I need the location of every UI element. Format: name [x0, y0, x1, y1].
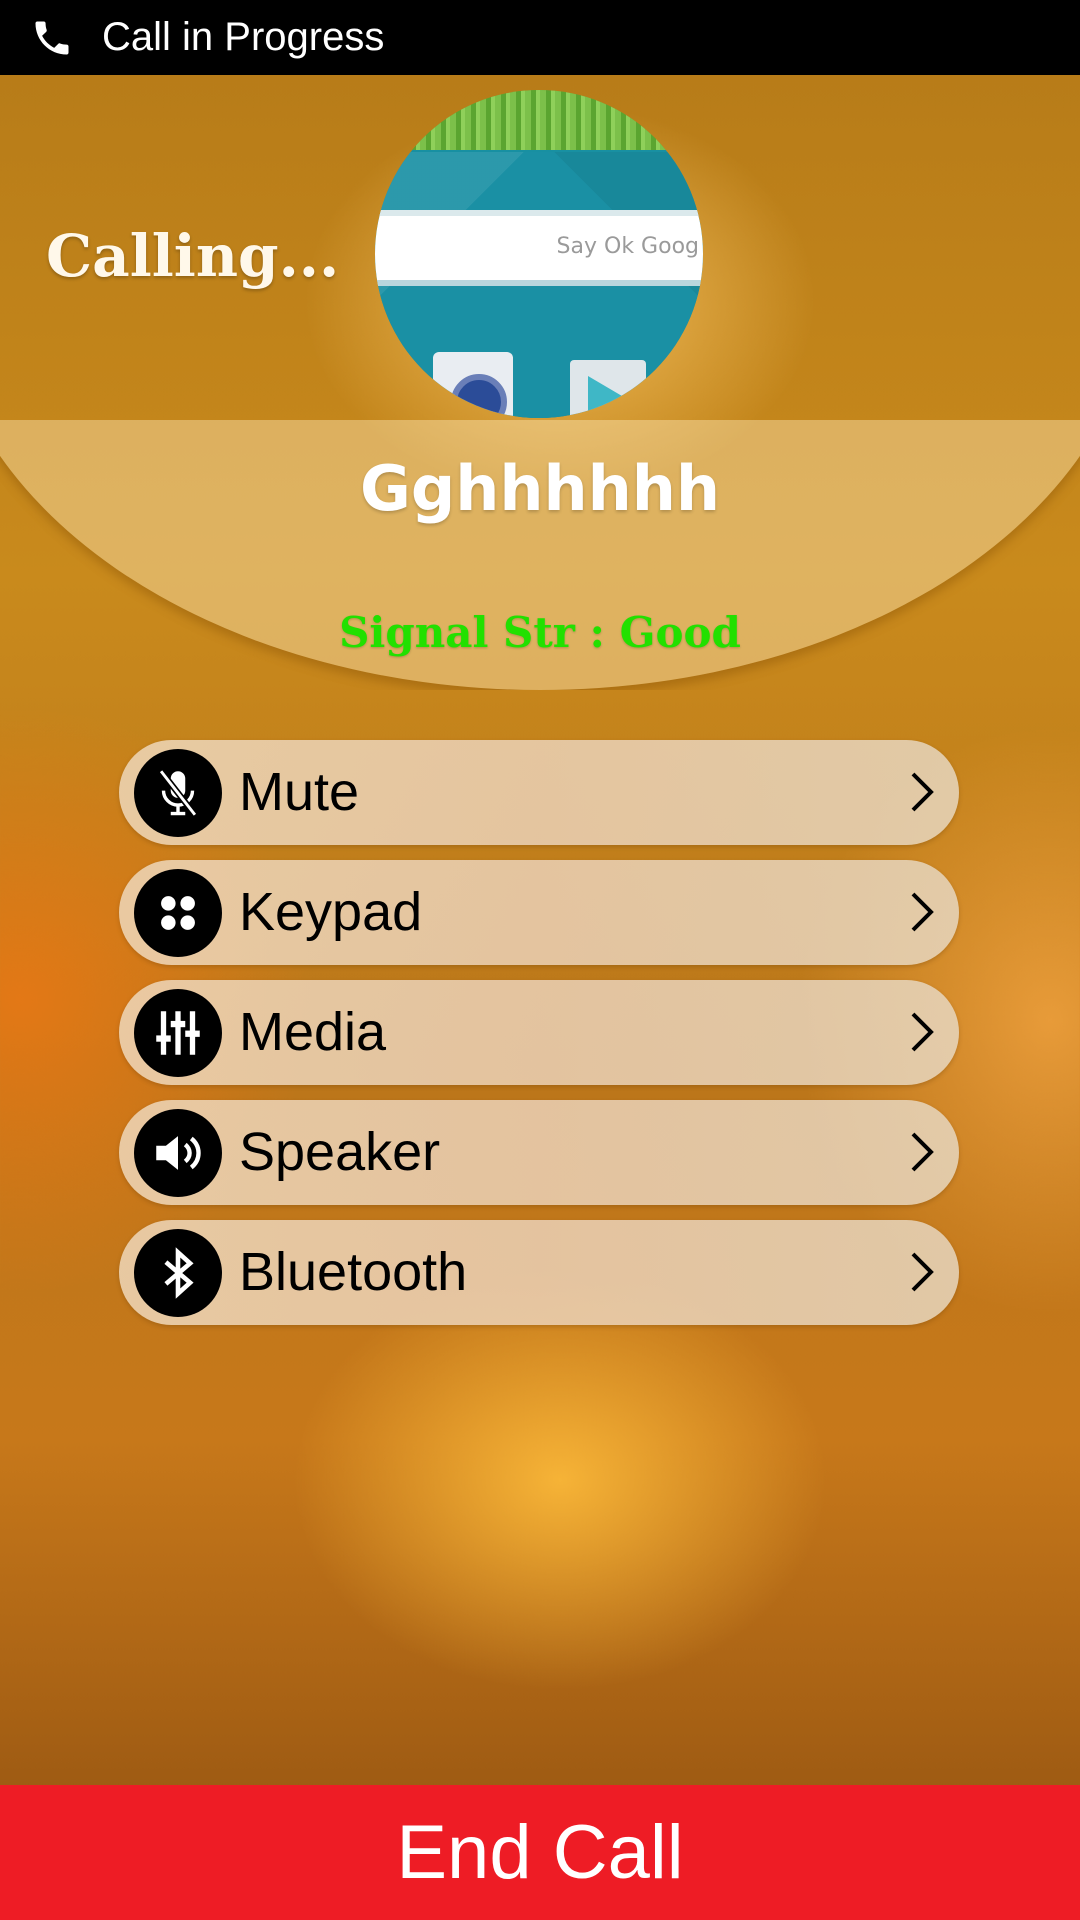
call-options-list: Mute Keypad Media Speaker Bluetooth: [119, 740, 959, 1340]
media-label: Media: [239, 1002, 387, 1062]
signal-strength: Signal Str : Good: [339, 608, 741, 657]
end-call-button[interactable]: End Call: [0, 1785, 1080, 1920]
mute-label: Mute: [239, 762, 360, 822]
avatar-searchbar: Say Ok Goog: [375, 210, 703, 286]
chevron-right-icon: [911, 1132, 934, 1172]
bluetooth-icon: [134, 1229, 222, 1317]
chevron-right-icon: [911, 1012, 934, 1052]
bluetooth-button[interactable]: Bluetooth: [119, 1220, 959, 1325]
equalizer-icon: [134, 989, 222, 1077]
keypad-label: Keypad: [239, 882, 423, 942]
mute-button[interactable]: Mute: [119, 740, 959, 845]
avatar-grass: [375, 90, 703, 150]
speaker-button[interactable]: Speaker: [119, 1100, 959, 1205]
avatar-play-store-icon: [570, 360, 646, 418]
bluetooth-label: Bluetooth: [239, 1242, 468, 1302]
avatar-app-icon: [433, 352, 513, 418]
mic-off-icon: [134, 749, 222, 837]
media-button[interactable]: Media: [119, 980, 959, 1085]
keypad-icon: [134, 869, 222, 957]
avatar-search-hint: Say Ok Goog: [556, 234, 699, 259]
status-title: Call in Progress: [102, 15, 385, 59]
keypad-button[interactable]: Keypad: [119, 860, 959, 965]
contact-avatar: Say Ok Goog: [375, 90, 703, 418]
call-status-label: Calling...: [46, 222, 340, 290]
chevron-right-icon: [911, 892, 934, 932]
chevron-right-icon: [911, 1252, 934, 1292]
contact-name: Gghhhhhh: [359, 452, 721, 525]
phone-icon: [35, 21, 69, 54]
status-bar: Call in Progress: [0, 0, 1080, 75]
chevron-right-icon: [911, 772, 934, 812]
speaker-label: Speaker: [239, 1122, 441, 1182]
speaker-icon: [134, 1109, 222, 1197]
